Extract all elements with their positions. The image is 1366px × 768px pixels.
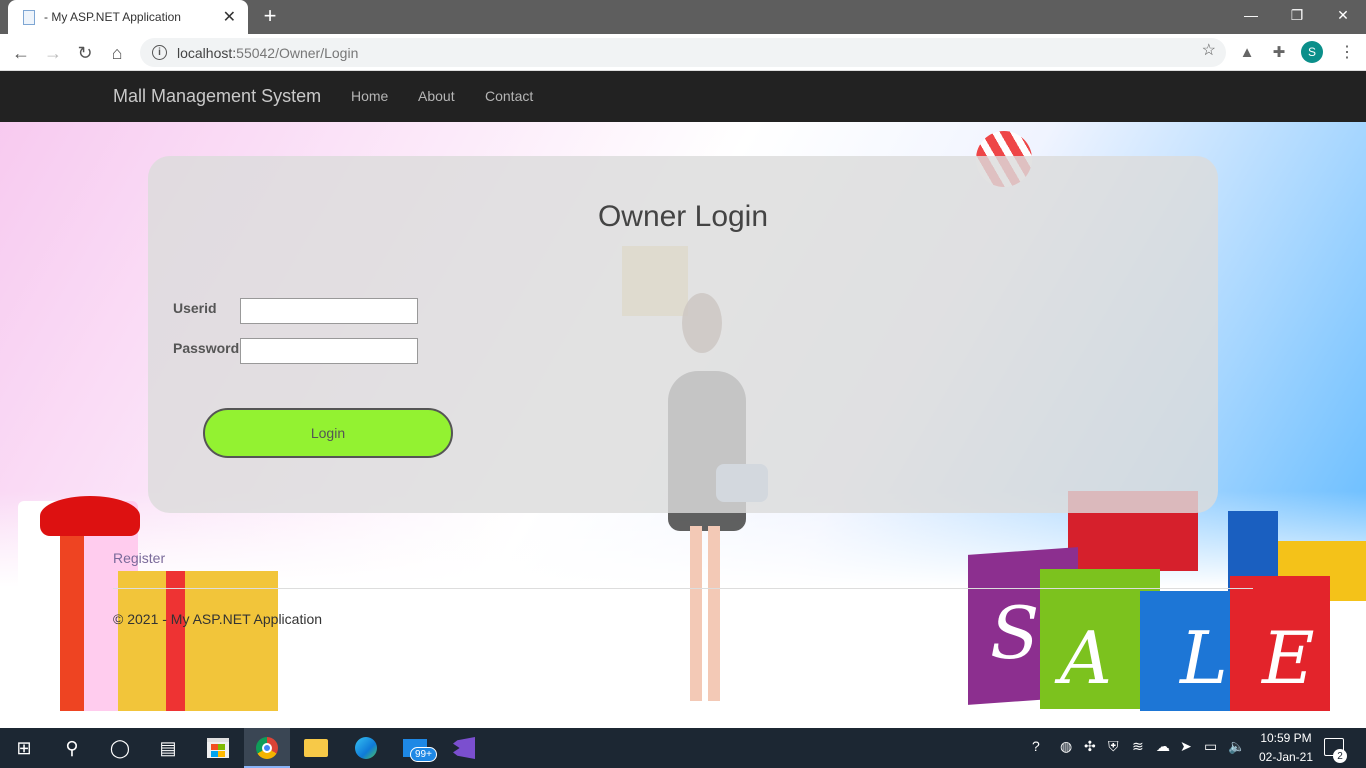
profile-avatar[interactable]: S bbox=[1301, 41, 1323, 63]
sale-letter: A bbox=[1060, 616, 1112, 700]
clock-date[interactable]: 02-Jan-21 bbox=[1256, 750, 1316, 764]
restore-button[interactable]: ❐ bbox=[1274, 0, 1320, 30]
edge-icon[interactable] bbox=[352, 734, 380, 762]
chrome-icon[interactable] bbox=[253, 734, 281, 762]
search-icon[interactable]: ⚲ bbox=[58, 734, 86, 762]
drive-extension-icon[interactable]: ▲ bbox=[1237, 42, 1257, 62]
volume-icon[interactable]: 🔈 bbox=[1228, 738, 1245, 755]
register-link[interactable]: Register bbox=[113, 550, 165, 566]
page-favicon-icon bbox=[20, 9, 36, 25]
visual-studio-icon[interactable] bbox=[450, 734, 478, 762]
reload-button[interactable]: ↻ bbox=[72, 40, 98, 66]
cloud-upload-icon[interactable]: ☁ bbox=[1156, 738, 1170, 755]
page-title: Owner Login bbox=[597, 200, 769, 233]
wifi-icon[interactable]: ≋ bbox=[1132, 738, 1144, 755]
browser-tab[interactable]: - My ASP.NET Application ✕ bbox=[8, 0, 248, 34]
site-navbar: Mall Management System Home About Contac… bbox=[0, 71, 1366, 122]
cortana-icon[interactable]: ◯ bbox=[106, 734, 134, 762]
task-view-icon[interactable]: ▤ bbox=[154, 734, 182, 762]
notification-count-badge: 2 bbox=[1333, 749, 1347, 763]
sale-letter: E bbox=[1262, 616, 1315, 700]
sale-letter: S bbox=[990, 591, 1040, 675]
password-label: Password bbox=[173, 340, 240, 356]
forward-button[interactable]: → bbox=[40, 40, 66, 66]
tab-title: - My ASP.NET Application bbox=[44, 10, 181, 24]
gift-box-illustration bbox=[118, 571, 278, 711]
woman-legs-illustration bbox=[690, 526, 720, 701]
address-bar[interactable]: i localhost:55042/Owner/Login bbox=[140, 38, 1226, 67]
footer-copyright: © 2021 - My ASP.NET Application bbox=[113, 611, 323, 627]
minimize-button[interactable]: — bbox=[1228, 0, 1274, 30]
database-tray-icon[interactable]: ◍ bbox=[1060, 738, 1072, 755]
windows-taskbar: ⊞ ⚲ ◯ ▤ ? ◍ ✣ ⛨ ≋ ☁ ➤ ▭ 🔈 bbox=[0, 728, 1366, 768]
help-icon[interactable]: ? bbox=[1032, 738, 1040, 754]
nav-link-home[interactable]: Home bbox=[351, 88, 388, 104]
tray-app-icon[interactable]: ➤ bbox=[1180, 738, 1192, 755]
close-tab-icon[interactable]: ✕ bbox=[223, 7, 236, 27]
file-explorer-icon[interactable] bbox=[302, 734, 330, 762]
gift-bow-illustration bbox=[40, 496, 140, 536]
security-shield-icon[interactable]: ⛨ bbox=[1108, 738, 1119, 755]
browser-tab-strip: - My ASP.NET Application ✕ + — ❐ ✕ bbox=[0, 0, 1366, 34]
battery-icon[interactable]: ▭ bbox=[1204, 738, 1217, 755]
network-tray-icon[interactable]: ✣ bbox=[1084, 738, 1096, 755]
mail-unread-badge: 99+ bbox=[410, 747, 437, 762]
clock-time[interactable]: 10:59 PM bbox=[1256, 731, 1316, 745]
nav-link-about[interactable]: About bbox=[418, 88, 455, 104]
store-icon[interactable] bbox=[204, 734, 232, 762]
url-text: localhost:55042/Owner/Login bbox=[177, 44, 359, 61]
close-window-button[interactable]: ✕ bbox=[1320, 0, 1366, 30]
home-button[interactable]: ⌂ bbox=[104, 40, 130, 66]
extensions-puzzle-icon[interactable]: ✚ bbox=[1269, 42, 1289, 62]
browser-menu-icon[interactable]: ⋮ bbox=[1339, 40, 1355, 64]
footer-divider bbox=[113, 588, 1253, 589]
site-brand[interactable]: Mall Management System bbox=[113, 86, 321, 107]
password-input[interactable] bbox=[240, 338, 418, 364]
userid-input[interactable] bbox=[240, 298, 418, 324]
login-button[interactable]: Login bbox=[203, 408, 453, 458]
browser-toolbar: ← → ↻ ⌂ i localhost:55042/Owner/Login ☆ … bbox=[0, 34, 1366, 71]
new-tab-button[interactable]: + bbox=[258, 4, 282, 28]
nav-link-contact[interactable]: Contact bbox=[485, 88, 533, 104]
windows-start-icon[interactable]: ⊞ bbox=[10, 734, 38, 762]
login-card: Owner Login Userid Password Login bbox=[148, 156, 1218, 513]
site-info-icon[interactable]: i bbox=[152, 45, 167, 60]
sale-letter: L bbox=[1180, 616, 1228, 700]
page-content: Mall Management System Home About Contac… bbox=[0, 71, 1366, 728]
bookmark-star-icon[interactable]: ☆ bbox=[1202, 40, 1216, 60]
back-button[interactable]: ← bbox=[8, 40, 34, 66]
userid-label: Userid bbox=[173, 300, 217, 316]
